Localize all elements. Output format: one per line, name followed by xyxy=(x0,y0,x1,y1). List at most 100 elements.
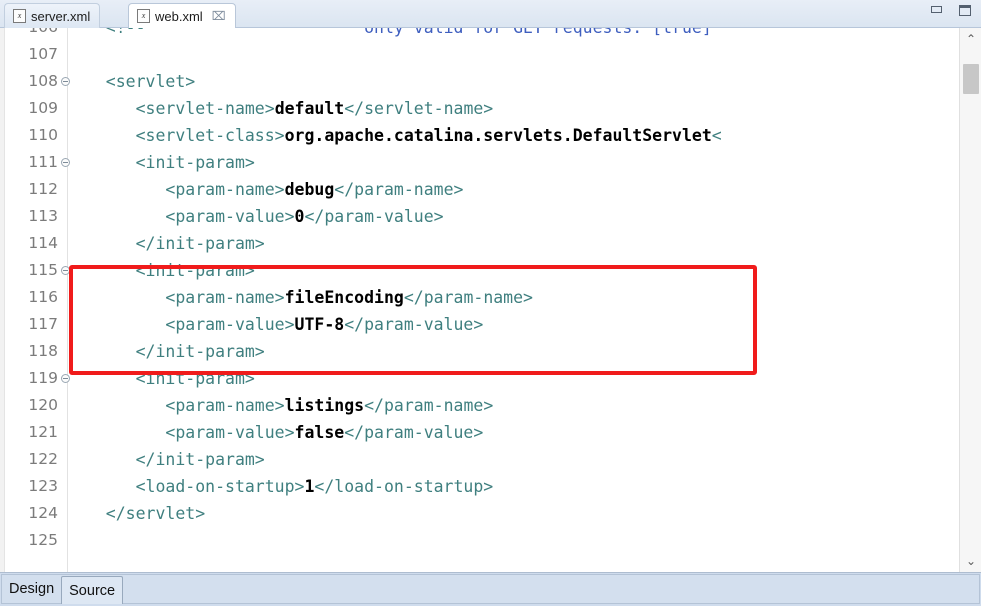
code-line-text: <init-param> xyxy=(76,365,255,392)
code-token: < xyxy=(711,126,722,145)
code-token: </param-value> xyxy=(344,423,484,442)
code-line-text: <load-on-startup>1</load-on-startup> xyxy=(76,473,494,500)
scroll-up-icon[interactable]: ⌃ xyxy=(960,28,981,50)
code-token: </servlet> xyxy=(76,504,206,523)
code-token: </init-param> xyxy=(76,342,265,361)
code-token: false xyxy=(294,423,345,442)
code-line-text: <param-name>fileEncoding</param-name> xyxy=(76,284,533,311)
line-number: 116 xyxy=(28,288,58,306)
code-token: <init-param> xyxy=(76,369,255,388)
code-line[interactable]: 116 <param-name>fileEncoding</param-name… xyxy=(0,284,930,311)
line-number: 109 xyxy=(28,99,58,117)
minimize-button[interactable] xyxy=(929,4,945,18)
close-icon[interactable]: ⌧ xyxy=(212,10,226,22)
code-line-text: </init-param> xyxy=(76,446,265,473)
code-line-text: <init-param> xyxy=(76,257,255,284)
code-token: <servlet-name> xyxy=(76,99,275,118)
code-line[interactable]: 117 <param-value>UTF-8</param-value> xyxy=(0,311,930,338)
xml-file-icon: x xyxy=(13,9,26,23)
code-line-text: <init-param> xyxy=(76,149,255,176)
code-line[interactable]: 111 <init-param> xyxy=(0,149,930,176)
line-number: 118 xyxy=(28,342,58,360)
code-line-text: <servlet-name>default</servlet-name> xyxy=(76,95,494,122)
line-number: 120 xyxy=(28,396,58,414)
code-token: </load-on-startup> xyxy=(314,477,494,496)
code-line[interactable]: 112 <param-name>debug</param-name> xyxy=(0,176,930,203)
line-number: 110 xyxy=(28,126,58,144)
code-token: </param-value> xyxy=(304,207,444,226)
code-token: <init-param> xyxy=(76,153,255,172)
scroll-down-icon[interactable]: ⌄ xyxy=(960,550,981,572)
code-token: </servlet-name> xyxy=(344,99,494,118)
editor-tab-web-xml[interactable]: x web.xml ⌧ xyxy=(128,3,236,29)
line-number: 119 xyxy=(28,369,58,387)
code-line[interactable]: 109 <servlet-name>default</servlet-name> xyxy=(0,95,930,122)
code-line[interactable]: 107 xyxy=(0,41,930,68)
code-line[interactable]: 108 <servlet> xyxy=(0,68,930,95)
line-number: 117 xyxy=(28,315,58,333)
code-line-text: <param-name>debug</param-name> xyxy=(76,176,463,203)
code-line-text: <servlet-class>org.apache.catalina.servl… xyxy=(76,122,722,149)
line-number: 108 xyxy=(28,72,58,90)
code-line-text: </init-param> xyxy=(76,338,265,365)
fold-collapse-icon[interactable] xyxy=(61,266,70,275)
code-line[interactable]: 122 </init-param> xyxy=(0,446,930,473)
editor-tab-server-xml[interactable]: x server.xml xyxy=(4,3,101,28)
line-number: 111 xyxy=(28,153,58,171)
line-number: 121 xyxy=(28,423,58,441)
code-line-text: <param-value>0</param-value> xyxy=(76,203,444,230)
line-number: 112 xyxy=(28,180,58,198)
editor-mode-pane xyxy=(1,574,980,604)
fold-collapse-icon[interactable] xyxy=(61,158,70,167)
code-line[interactable]: 119 <init-param> xyxy=(0,365,930,392)
code-token: 1 xyxy=(304,477,315,496)
code-line-text: </init-param> xyxy=(76,230,265,257)
editor-tab-bar: x server.xml x web.xml ⌧ xyxy=(0,0,981,29)
vertical-scrollbar[interactable]: ⌃ ⌄ xyxy=(959,28,981,572)
code-token: 0 xyxy=(294,207,305,226)
code-line[interactable]: 115 <init-param> xyxy=(0,257,930,284)
code-token: <init-param> xyxy=(76,261,255,280)
code-line[interactable]: 125 xyxy=(0,527,930,554)
code-line[interactable]: 113 <param-value>0</param-value> xyxy=(0,203,930,230)
code-line[interactable]: 106 <!-- only valid for GET requests. [t… xyxy=(0,28,930,41)
line-number: 125 xyxy=(28,531,58,549)
code-token: <param-name> xyxy=(76,288,285,307)
maximize-button[interactable] xyxy=(957,4,973,18)
fold-collapse-icon[interactable] xyxy=(61,374,70,383)
code-line-text: <!-- only valid for GET requests. [true] xyxy=(76,28,712,41)
line-number: 115 xyxy=(28,261,58,279)
editor-mode-tab-bar: Design Source xyxy=(0,572,981,606)
code-line-text: </servlet> xyxy=(76,500,205,527)
code-line-text: <param-value>false</param-value> xyxy=(76,419,483,446)
code-token: <param-value> xyxy=(76,207,295,226)
code-token: only valid for GET requests. [true] xyxy=(364,28,712,37)
code-line-text: <param-value>UTF-8</param-value> xyxy=(76,311,483,338)
code-token: </init-param> xyxy=(76,234,265,253)
code-token: <servlet> xyxy=(76,72,196,91)
code-line[interactable]: 110 <servlet-class>org.apache.catalina.s… xyxy=(0,122,930,149)
code-token: fileEncoding xyxy=(284,288,404,307)
code-line[interactable]: 123 <load-on-startup>1</load-on-startup> xyxy=(0,473,930,500)
vertical-scrollbar-thumb[interactable] xyxy=(963,64,979,94)
code-token: </param-name> xyxy=(403,288,533,307)
code-token: <servlet-class> xyxy=(76,126,285,145)
xml-file-icon: x xyxy=(137,9,150,23)
line-number: 113 xyxy=(28,207,58,225)
source-editor[interactable]: 106 <!-- only valid for GET requests. [t… xyxy=(0,28,981,572)
code-line-text: <param-name>listings</param-name> xyxy=(76,392,493,419)
code-token: </param-value> xyxy=(344,315,484,334)
code-line[interactable]: 118 </init-param> xyxy=(0,338,930,365)
code-line[interactable]: 124 </servlet> xyxy=(0,500,930,527)
tab-design[interactable]: Design xyxy=(2,576,61,602)
code-area[interactable]: 106 <!-- only valid for GET requests. [t… xyxy=(0,28,930,558)
window-controls xyxy=(929,4,973,18)
fold-collapse-icon[interactable] xyxy=(61,77,70,86)
code-line[interactable]: 120 <param-name>listings</param-name> xyxy=(0,392,930,419)
code-line[interactable]: 121 <param-value>false</param-value> xyxy=(0,419,930,446)
code-token: default xyxy=(274,99,345,118)
code-token: </param-name> xyxy=(334,180,464,199)
editor-tab-label: web.xml xyxy=(155,8,203,24)
code-line[interactable]: 114 </init-param> xyxy=(0,230,930,257)
tab-source[interactable]: Source xyxy=(61,576,124,604)
